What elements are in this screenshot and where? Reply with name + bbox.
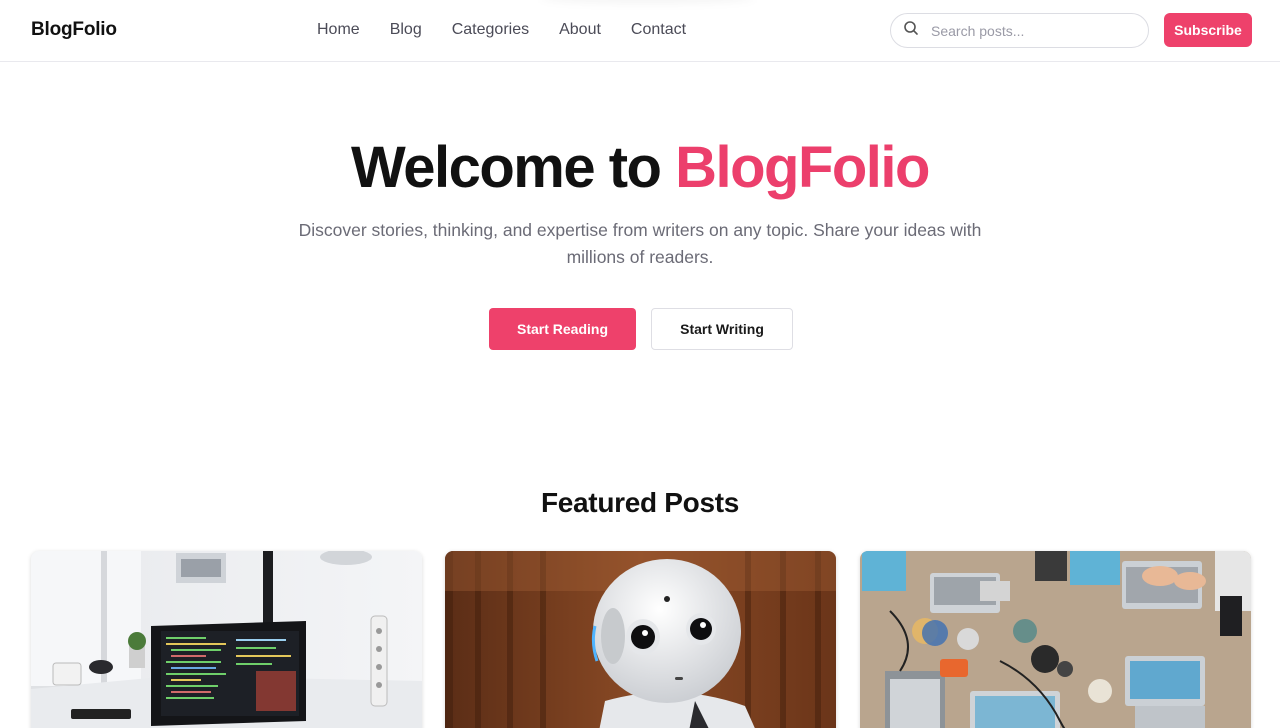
featured-card-1[interactable] xyxy=(31,551,422,728)
laptop-workspace-image xyxy=(31,551,422,728)
featured-card-2[interactable] xyxy=(445,551,836,728)
main-nav: Home Blog Categories About Contact xyxy=(317,21,686,39)
navbar: BlogFolio Home Blog Categories About Con… xyxy=(0,0,1280,62)
search-icon xyxy=(903,20,919,41)
brand-logo[interactable]: BlogFolio xyxy=(31,19,117,41)
nav-shadow-decoration xyxy=(540,0,755,4)
nav-link-categories[interactable]: Categories xyxy=(452,21,529,39)
hero-title-prefix: Welcome to xyxy=(351,135,676,200)
featured-posts-heading: Featured Posts xyxy=(540,487,740,518)
start-writing-button[interactable]: Start Writing xyxy=(651,308,793,350)
nav-link-blog[interactable]: Blog xyxy=(390,21,422,39)
nav-link-about[interactable]: About xyxy=(559,21,601,39)
nav-link-home[interactable]: Home xyxy=(317,21,360,39)
nav-link-contact[interactable]: Contact xyxy=(631,21,686,39)
hero-title-accent: BlogFolio xyxy=(675,135,930,200)
search-input[interactable] xyxy=(931,22,1121,39)
hero-subtitle: Discover stories, thinking, and expertis… xyxy=(298,220,982,267)
search-box[interactable] xyxy=(890,13,1149,48)
featured-card-3[interactable] xyxy=(860,551,1251,728)
team-desk-laptops-image xyxy=(860,551,1251,728)
hero-title: Welcome to BlogFolio xyxy=(0,134,1280,201)
start-reading-button[interactable]: Start Reading xyxy=(489,308,636,350)
subscribe-button[interactable]: Subscribe xyxy=(1164,13,1252,47)
robot-image xyxy=(445,551,836,728)
